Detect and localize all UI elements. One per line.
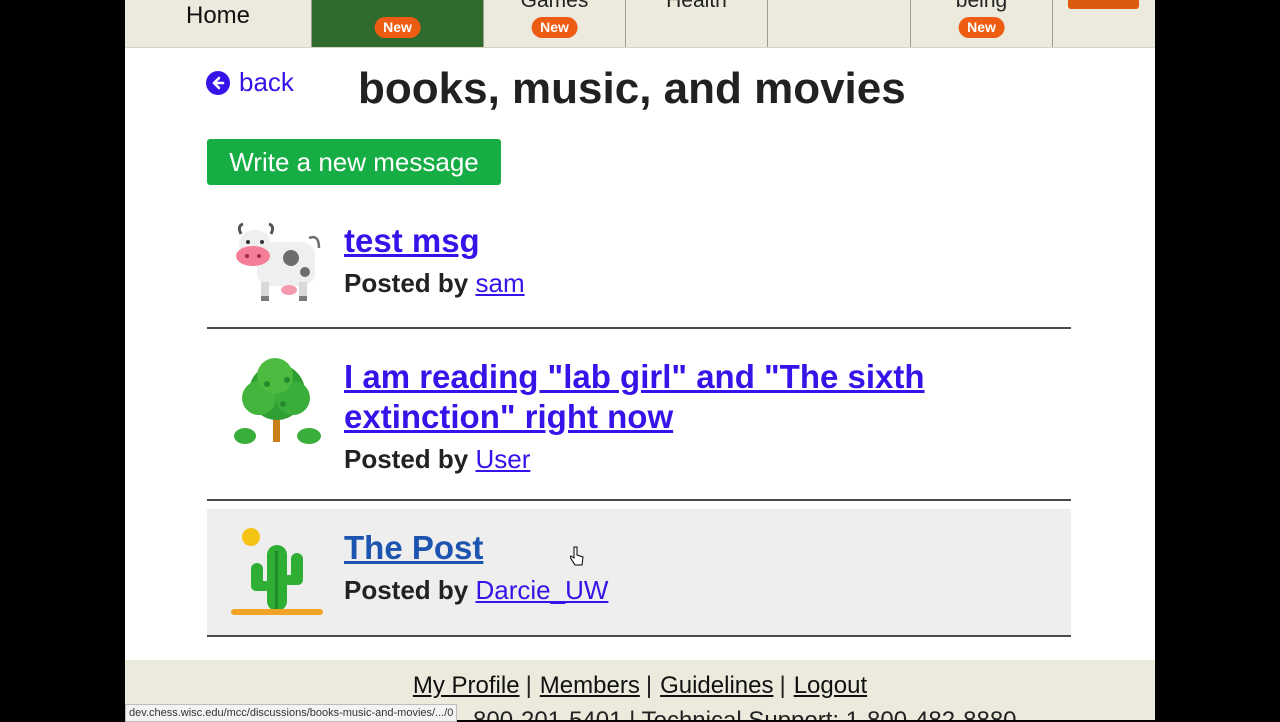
footer-link-members[interactable]: Members	[540, 672, 640, 699]
message-title-link[interactable]: test msg	[344, 221, 1004, 261]
footer-contact: -800-201-5401 | Technical Support: 1-800…	[465, 707, 1017, 720]
author-link[interactable]: User	[475, 444, 530, 474]
posted-by-label: Posted by	[344, 268, 469, 298]
page-title: books, music, and movies	[358, 64, 906, 113]
message-title-link[interactable]: I am reading "lab girl" and "The sixth e…	[344, 357, 1004, 437]
nav-tab-active[interactable]: New	[312, 0, 484, 47]
top-nav: Home New Games New Health being New	[125, 0, 1155, 48]
nav-tab-wellbeing[interactable]: being New	[911, 0, 1053, 47]
footer-separator: |	[779, 672, 786, 699]
nav-tab-games[interactable]: Games New	[484, 0, 626, 47]
back-label: back	[239, 67, 294, 97]
footer-link-logout[interactable]: Logout	[794, 672, 867, 699]
new-badge: New	[374, 17, 421, 38]
author-link[interactable]: Darcie_UW	[475, 575, 608, 605]
nav-tab-health[interactable]: Health	[626, 0, 768, 47]
nav-tab-home[interactable]: Home	[125, 0, 312, 47]
nav-tab-label: Games	[520, 0, 589, 12]
nav-tab-label: Home	[185, 2, 251, 29]
back-link[interactable]: back	[206, 67, 294, 98]
nav-orange-button[interactable]	[1068, 0, 1139, 9]
posted-by: Posted by sam	[344, 268, 525, 299]
posted-by-label: Posted by	[344, 444, 469, 474]
status-bar-url: dev.chess.wisc.edu/mcc/discussions/books…	[125, 704, 458, 722]
new-badge: New	[958, 17, 1005, 38]
message-item: test msg Posted by sam	[207, 205, 1071, 329]
footer-link-my-profile[interactable]: My Profile	[413, 672, 520, 699]
cow-icon	[236, 222, 321, 301]
cactus-icon	[231, 528, 323, 615]
nav-tab-blank[interactable]	[768, 0, 911, 47]
new-badge: New	[531, 17, 578, 38]
nav-tab-label: Health	[666, 0, 727, 12]
footer-separator: |	[525, 672, 532, 699]
footer-links: My Profile | Members | Guidelines | Logout	[125, 672, 1155, 700]
footer-link-guidelines[interactable]: Guidelines	[660, 672, 773, 699]
footer-separator: |	[645, 672, 653, 699]
write-message-button[interactable]: Write a new message	[207, 139, 501, 185]
posted-by: Posted by Darcie_UW	[344, 575, 608, 606]
posted-by: Posted by User	[344, 444, 530, 475]
arrow-left-circle-icon	[206, 70, 230, 95]
posted-by-label: Posted by	[344, 575, 469, 605]
message-item: I am reading "lab girl" and "The sixth e…	[207, 329, 1071, 501]
message-title-link[interactable]: The Post	[344, 528, 1004, 568]
tree-icon	[234, 358, 321, 444]
page: Home New Games New Health being New back	[125, 0, 1155, 720]
message-item-hovered: The Post Posted by Darcie_UW	[207, 509, 1071, 637]
author-link[interactable]: sam	[475, 268, 524, 298]
hand-cursor-icon	[570, 546, 584, 566]
nav-tab-label: being	[955, 0, 1008, 12]
